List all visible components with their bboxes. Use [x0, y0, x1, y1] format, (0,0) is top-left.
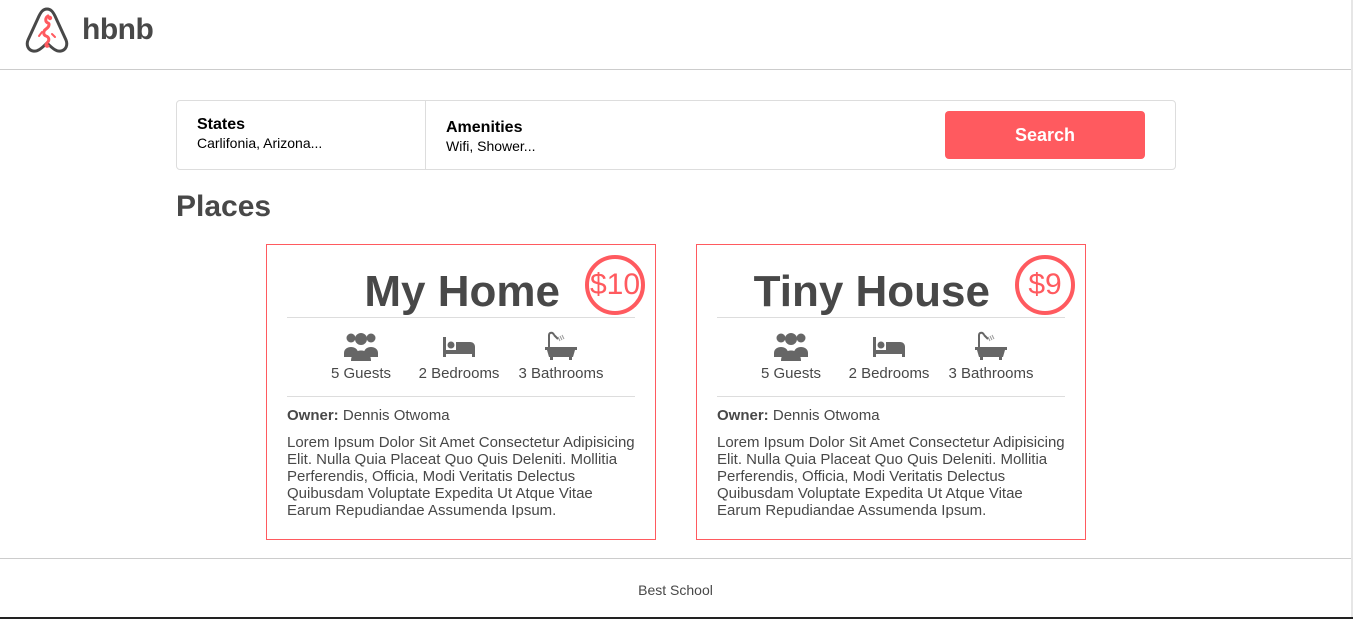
owner-label: Owner: [717, 407, 769, 424]
guests-info: 5 Guests [327, 331, 395, 382]
bedrooms-info: 2 Bedrooms [847, 331, 931, 382]
place-name: Tiny House [753, 267, 990, 316]
bedrooms-label: 2 Bedrooms [418, 365, 500, 382]
owner-name: Dennis Otwoma [342, 407, 450, 424]
divider [287, 396, 635, 397]
hbnb-logo-icon [25, 7, 69, 53]
places-heading: Places [176, 190, 272, 223]
bathtub-icon [545, 331, 577, 360]
place-description: Lorem Ipsum Dolor Sit Amet Consectetur A… [287, 434, 635, 519]
bedrooms-info: 2 Bedrooms [417, 331, 501, 382]
owner-line: Owner: Dennis Otwoma [717, 407, 880, 424]
price-badge: $10 [585, 255, 645, 315]
filters-bar: States Carlifonia, Arizona... Amenities … [176, 100, 1176, 170]
bathrooms-label: 3 Bathrooms [948, 365, 1034, 382]
states-filter[interactable]: States Carlifonia, Arizona... [177, 101, 426, 169]
amenities-filter[interactable]: Amenities Wifi, Shower... [426, 101, 726, 169]
bathrooms-info: 3 Bathrooms [945, 331, 1037, 382]
bed-icon [443, 337, 475, 357]
divider [717, 396, 1065, 397]
states-filter-value: Carlifonia, Arizona... [197, 135, 323, 151]
amenities-filter-title: Amenities [446, 119, 523, 136]
guests-icon [774, 333, 808, 361]
footer-text: Best School [638, 582, 713, 598]
divider [717, 317, 1065, 318]
bathrooms-label: 3 Bathrooms [518, 365, 604, 382]
place-card: Tiny House $9 5 Guests 2 Bedrooms 3 Bath… [696, 244, 1086, 540]
logo[interactable]: hbnb [24, 6, 154, 54]
price-badge: $9 [1015, 255, 1075, 315]
divider [287, 317, 635, 318]
owner-name: Dennis Otwoma [772, 407, 880, 424]
search-button[interactable]: Search [945, 111, 1145, 159]
bedrooms-label: 2 Bedrooms [848, 365, 930, 382]
place-name: My Home [364, 267, 560, 316]
place-description: Lorem Ipsum Dolor Sit Amet Consectetur A… [717, 434, 1065, 519]
owner-line: Owner: Dennis Otwoma [287, 407, 450, 424]
guests-label: 5 Guests [330, 365, 392, 382]
amenities-filter-value: Wifi, Shower... [446, 138, 536, 154]
guests-info: 5 Guests [757, 331, 825, 382]
site-header: hbnb [0, 0, 1351, 70]
bathtub-icon [975, 331, 1007, 360]
place-card: My Home $10 5 Guests 2 Bedrooms 3 Bathro… [266, 244, 656, 540]
site-footer: Best School [0, 558, 1351, 617]
page: hbnb States Carlifonia, Arizona... Ameni… [0, 0, 1353, 619]
states-filter-title: States [197, 116, 246, 133]
brand-name: hbnb [82, 13, 154, 46]
guests-label: 5 Guests [760, 365, 822, 382]
bathrooms-info: 3 Bathrooms [515, 331, 607, 382]
bed-icon [873, 337, 905, 357]
guests-icon [344, 333, 378, 361]
owner-label: Owner: [287, 407, 339, 424]
